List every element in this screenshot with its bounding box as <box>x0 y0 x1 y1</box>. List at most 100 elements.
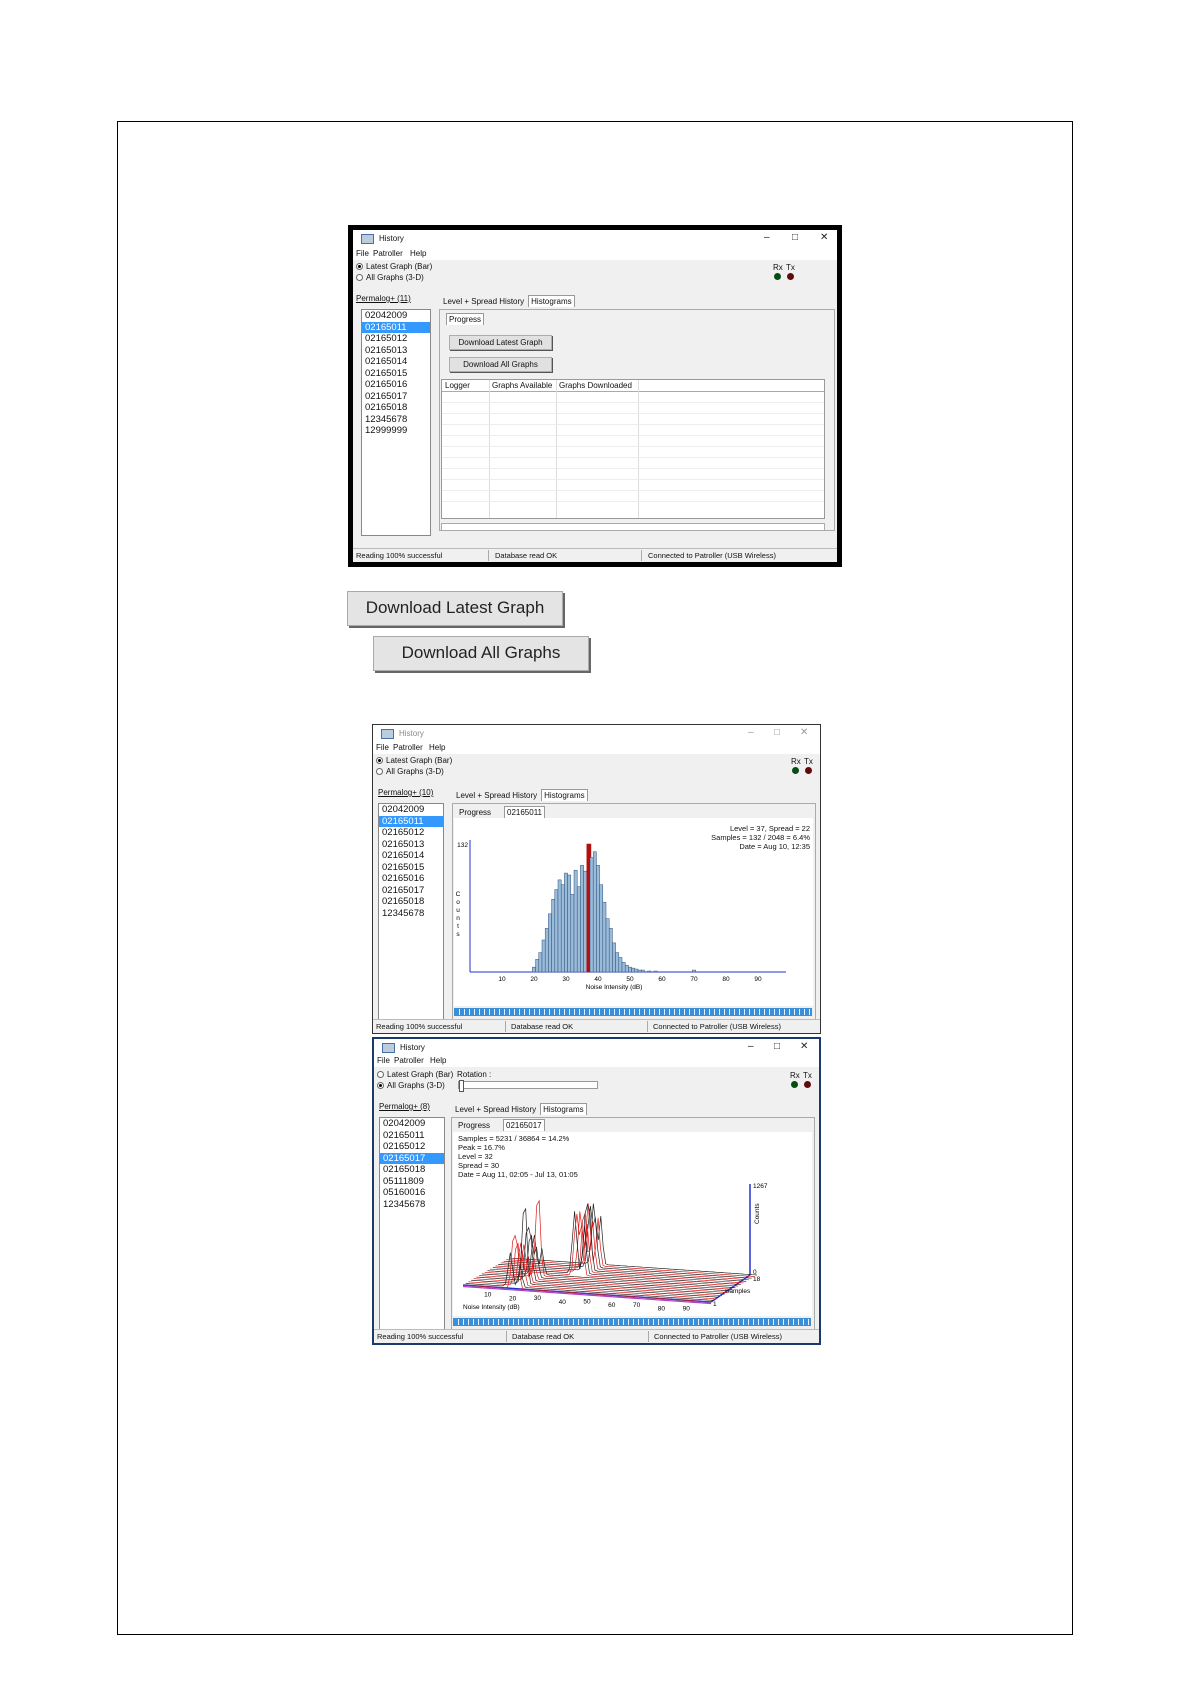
logger-list-item[interactable]: 02165018 <box>380 1164 444 1176</box>
tab-histograms[interactable]: Histograms <box>541 789 588 801</box>
logger-list-item[interactable]: 02165012 <box>380 1141 444 1153</box>
download-latest-graph-button[interactable]: Download Latest Graph <box>449 335 552 350</box>
logger-list-item[interactable]: 02165012 <box>379 827 443 839</box>
y-axis-label-char: t <box>457 923 459 930</box>
logger-list-item[interactable]: 02165013 <box>379 839 443 851</box>
loggers-count-label[interactable]: Permalog+ (11) <box>356 294 411 303</box>
callout-download-all-button[interactable]: Download All Graphs <box>373 636 589 671</box>
status-database: Database read OK <box>512 1332 575 1341</box>
maximize-icon[interactable]: □ <box>792 232 798 243</box>
close-icon[interactable]: ✕ <box>820 232 828 243</box>
logger-list-item[interactable]: 02165017 <box>380 1152 444 1164</box>
logger-list-item[interactable]: 05111809 <box>380 1176 444 1188</box>
logger-list-item[interactable]: 02165017 <box>362 391 430 403</box>
maximize-icon[interactable]: □ <box>774 1041 780 1052</box>
download-all-graphs-button[interactable]: Download All Graphs <box>449 357 552 372</box>
logger-list[interactable]: 02042009 02165011 02165012 02165017 02165018… <box>379 1117 445 1331</box>
logger-list-item[interactable]: 12345678 <box>362 414 430 426</box>
histogram-bar <box>554 889 559 973</box>
radio-latest-graph[interactable]: Latest Graph (Bar) <box>377 1070 453 1079</box>
x-tick-label: 10 <box>498 976 506 983</box>
logger-list-item[interactable]: 05160016 <box>380 1187 444 1199</box>
radio-unchecked-icon <box>356 274 363 282</box>
logger-list-item[interactable]: 02165014 <box>379 850 443 862</box>
subtab-logger[interactable]: 02165017 <box>503 1119 545 1131</box>
callout-download-latest-button[interactable]: Download Latest Graph <box>347 591 563 626</box>
subtab-progress[interactable]: Progress <box>459 808 491 817</box>
logger-list[interactable]: 02042009 02165011 02165012 02165013 02165014… <box>361 309 431 536</box>
row-divider <box>442 501 824 502</box>
histogram-bar <box>624 964 629 973</box>
logger-list-item[interactable]: 02042009 <box>362 310 430 322</box>
menu-help[interactable]: Help <box>430 1056 446 1065</box>
column-divider <box>556 380 557 518</box>
subtab-progress[interactable]: Progress <box>446 313 485 325</box>
menu-patroller[interactable]: Patroller <box>394 1056 424 1065</box>
radio-checked-icon <box>376 757 383 765</box>
logger-list-item[interactable]: 02165015 <box>379 862 443 874</box>
menu-patroller[interactable]: Patroller <box>373 249 403 258</box>
logger-list-item[interactable]: 02165018 <box>362 402 430 414</box>
tab-histograms[interactable]: Histograms <box>540 1103 587 1115</box>
tab-level-spread-history[interactable]: Level + Spread History <box>443 297 524 306</box>
logger-list-item[interactable]: 02165014 <box>362 356 430 368</box>
col-logger[interactable]: Logger <box>445 381 470 390</box>
logger-list-item[interactable]: 12999999 <box>362 425 430 437</box>
minimize-icon[interactable]: – <box>748 727 754 738</box>
y-axis-label-char: u <box>456 907 460 914</box>
col-graphs-downloaded[interactable]: Graphs Downloaded <box>559 381 632 390</box>
logger-list-item[interactable]: 02165011 <box>380 1130 444 1142</box>
logger-list-item[interactable]: 02042009 <box>380 1118 444 1130</box>
logger-list-item[interactable]: 02165016 <box>379 873 443 885</box>
col-graphs-available[interactable]: Graphs Available <box>492 381 552 390</box>
subtab-progress[interactable]: Progress <box>458 1121 490 1130</box>
app-icon <box>381 729 394 739</box>
menu-help[interactable]: Help <box>429 743 445 752</box>
logger-list-item[interactable]: 12345678 <box>379 908 443 920</box>
subtab-logger[interactable]: 02165011 <box>504 806 545 818</box>
logger-list-item[interactable]: 02165018 <box>379 896 443 908</box>
close-icon[interactable]: ✕ <box>800 727 808 738</box>
menu-help[interactable]: Help <box>410 249 426 258</box>
close-icon[interactable]: ✕ <box>800 1041 808 1052</box>
logger-list-item[interactable]: 02165011 <box>362 321 430 333</box>
logger-list-item[interactable]: 02165015 <box>362 368 430 380</box>
rotation-slider[interactable] <box>458 1080 598 1092</box>
logger-list-item[interactable]: 12345678 <box>380 1199 444 1211</box>
minimize-icon[interactable]: – <box>764 232 770 243</box>
tab-level-spread-history[interactable]: Level + Spread History <box>455 1105 536 1114</box>
menu-file[interactable]: File <box>356 249 369 258</box>
logger-list-item[interactable]: 02165016 <box>362 379 430 391</box>
loggers-count-label[interactable]: Permalog+ (10) <box>378 788 433 797</box>
radio-latest-graph[interactable]: Latest Graph (Bar) <box>356 262 432 271</box>
maximize-icon[interactable]: □ <box>774 727 780 738</box>
radio-unchecked-icon <box>376 768 383 776</box>
x-tick-label: 80 <box>722 976 730 983</box>
radio-latest-graph[interactable]: Latest Graph (Bar) <box>376 756 452 765</box>
history-window-3d-graph: History – □ ✕ File Patroller Help Latest… <box>372 1037 821 1345</box>
radio-all-graphs[interactable]: All Graphs (3-D) <box>376 767 444 776</box>
radio-all-graphs[interactable]: All Graphs (3-D) <box>356 273 424 282</box>
menu-file[interactable]: File <box>376 743 389 752</box>
logger-list-item[interactable]: 02165013 <box>362 345 430 357</box>
menu-bar: File Patroller Help <box>353 248 837 260</box>
menu-patroller[interactable]: Patroller <box>393 743 423 752</box>
rx-label: Rx <box>791 757 801 766</box>
minimize-icon[interactable]: – <box>748 1041 754 1052</box>
rotation-slider-thumb[interactable] <box>459 1080 464 1092</box>
logger-list-item[interactable]: 02165012 <box>362 333 430 345</box>
tab-level-spread-history[interactable]: Level + Spread History <box>456 791 537 800</box>
logger-list-item[interactable]: 02165017 <box>379 885 443 897</box>
loggers-count-label[interactable]: Permalog+ (8) <box>379 1102 430 1111</box>
rx-label: Rx <box>790 1071 800 1080</box>
window-title: History <box>400 1043 425 1052</box>
status-connection: Connected to Patroller (USB Wireless) <box>653 1022 781 1031</box>
logger-list[interactable]: 02042009 02165011 02165012 02165013 02165014… <box>378 803 444 1020</box>
logger-list-item[interactable]: 02165011 <box>379 815 443 827</box>
radio-all-graphs[interactable]: All Graphs (3-D) <box>377 1081 445 1090</box>
tab-histograms[interactable]: Histograms <box>528 295 575 307</box>
title-bar: History – □ ✕ <box>374 1039 819 1055</box>
x-tick-label: 40 <box>594 976 602 983</box>
logger-list-item[interactable]: 02042009 <box>379 804 443 816</box>
menu-file[interactable]: File <box>377 1056 390 1065</box>
